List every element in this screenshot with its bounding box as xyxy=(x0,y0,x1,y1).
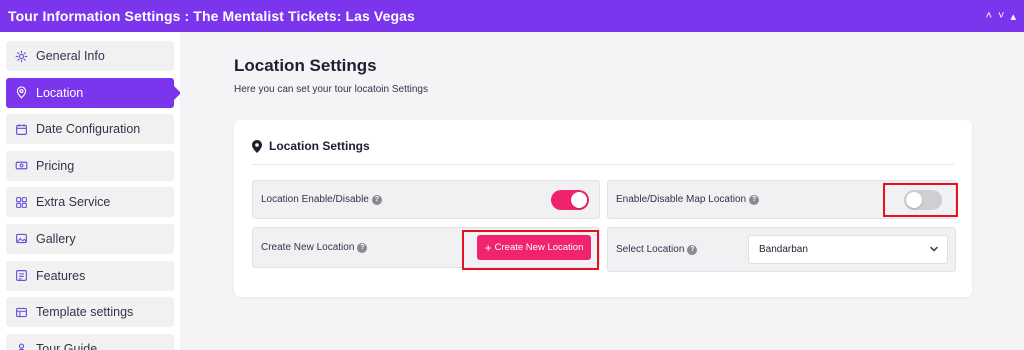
card-title: Location Settings xyxy=(269,139,370,153)
location-select[interactable]: Bandarban xyxy=(748,235,948,264)
toggle-knob xyxy=(906,192,922,208)
gear-icon xyxy=(14,49,28,63)
select-location-label: Select Location xyxy=(616,244,685,255)
location-toggle-label: Location Enable/Disable xyxy=(261,194,369,205)
sidebar-item-general-info[interactable]: General Info xyxy=(6,41,174,71)
move-down-icon[interactable]: ˅ xyxy=(998,10,1004,22)
gallery-icon xyxy=(14,232,28,246)
sidebar-item-pricing[interactable]: Pricing xyxy=(6,150,174,181)
select-location-field: Select Location ? Bandarban xyxy=(607,227,956,272)
create-new-location-button[interactable]: + Create New Location xyxy=(477,235,591,260)
location-toggle-field: Location Enable/Disable ? xyxy=(252,180,600,219)
sidebar-item-gallery[interactable]: Gallery xyxy=(6,223,174,254)
calendar-icon xyxy=(14,122,28,136)
map-marker-icon xyxy=(252,139,262,153)
sidebar-item-date-configuration[interactable]: Date Configuration xyxy=(6,114,174,145)
create-button-label: Create New Location xyxy=(494,242,584,253)
sidebar-item-location[interactable]: Location xyxy=(6,77,181,108)
sidebar-item-label: Extra Service xyxy=(36,195,111,210)
money-icon xyxy=(14,159,28,173)
header-controls: ˄ ˅ ▴ xyxy=(986,0,1016,32)
sidebar-item-label: General Info xyxy=(36,49,105,63)
sidebar-item-tour-guide[interactable]: Tour Guide xyxy=(6,333,174,350)
sidebar-item-template-settings[interactable]: Template settings xyxy=(6,297,174,328)
sidebar-item-label: Tour Guide xyxy=(36,341,98,350)
template-icon xyxy=(14,305,28,319)
sidebar-item-label: Features xyxy=(36,268,86,283)
plus-icon: + xyxy=(484,240,492,255)
sidebar-item-label: Date Configuration xyxy=(36,122,141,137)
settings-title: Tour Information Settings : The Mentalis… xyxy=(8,8,415,24)
help-icon[interactable]: ? xyxy=(371,194,382,205)
page-subtitle: Here you can set your tour locatoin Sett… xyxy=(234,84,428,95)
select-value: Bandarban xyxy=(759,244,808,255)
page-title: Location Settings xyxy=(234,56,377,75)
features-icon xyxy=(14,269,28,283)
create-location-label: Create New Location xyxy=(261,242,355,253)
sidebar: General Info Location Date Configuration… xyxy=(0,32,181,350)
location-settings-card: Location Settings Location Enable/Disabl… xyxy=(234,120,972,297)
map-location-toggle[interactable] xyxy=(904,190,942,210)
main-panel: Location Settings Here you can set your … xyxy=(180,32,1024,350)
map-toggle-label: Enable/Disable Map Location xyxy=(616,194,747,205)
sidebar-item-label: Template settings xyxy=(36,305,134,320)
sidebar-item-features[interactable]: Features xyxy=(6,260,174,291)
sidebar-item-extra-service[interactable]: Extra Service xyxy=(6,187,174,218)
create-location-field: Create New Location ? + Create New Locat… xyxy=(252,227,600,268)
divider xyxy=(252,164,954,165)
location-enable-toggle[interactable] xyxy=(551,190,589,210)
toggle-knob xyxy=(571,192,587,208)
map-toggle-field: Enable/Disable Map Location ? xyxy=(607,180,956,219)
move-up-icon[interactable]: ˄ xyxy=(986,10,992,22)
sidebar-item-label: Gallery xyxy=(36,231,76,246)
card-header: Location Settings xyxy=(252,139,370,153)
chevron-down-icon xyxy=(929,244,939,257)
settings-header: Tour Information Settings : The Mentalis… xyxy=(0,0,1024,32)
guide-icon xyxy=(14,342,28,350)
help-icon[interactable]: ? xyxy=(749,194,760,205)
help-icon[interactable]: ? xyxy=(687,244,698,255)
grid-icon xyxy=(14,195,28,209)
help-icon[interactable]: ? xyxy=(357,242,368,253)
sidebar-item-label: Pricing xyxy=(36,158,75,173)
app-window: Tour Information Settings : The Mentalis… xyxy=(0,0,1024,350)
location-pin-icon xyxy=(14,86,28,100)
collapse-icon[interactable]: ▴ xyxy=(1010,10,1016,23)
sidebar-item-label: Location xyxy=(36,85,84,100)
